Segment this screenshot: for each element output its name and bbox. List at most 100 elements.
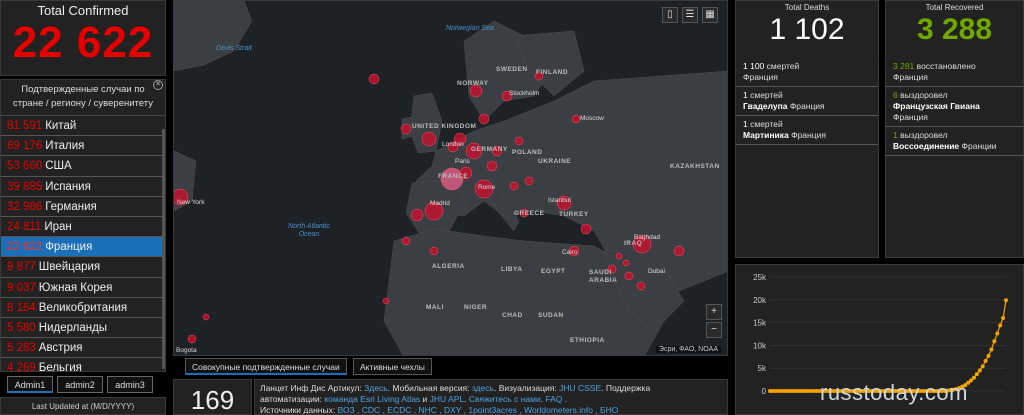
map-label-uk: UNITED KINGDOM: [412, 123, 477, 130]
recovered-item-unit: выздоровел: [900, 130, 948, 140]
recovered-item[interactable]: 1 выздоровел Воссоединение Франции: [886, 127, 1023, 156]
watermark: russtoday.com: [820, 380, 968, 405]
info-link[interactable]: FAQ: [545, 394, 562, 404]
close-icon[interactable]: ✕: [153, 80, 163, 90]
chart-point[interactable]: [974, 372, 979, 377]
case-circle-kuwait: [615, 252, 623, 260]
zoom-out-button[interactable]: −: [706, 322, 722, 338]
country-list-panel: ✕ Подтвержденные случаи по стране / реги…: [0, 79, 166, 372]
country-row[interactable]: 53 660 США: [1, 156, 165, 177]
chart-point[interactable]: [977, 368, 982, 373]
country-row[interactable]: 8 164 Великобритания: [1, 298, 165, 318]
deaths-item[interactable]: 1 смертей Мартиника Франция: [736, 116, 878, 145]
chart-ytick-label: 20k: [753, 296, 767, 305]
map-label-sudan: SUDAN: [538, 312, 564, 319]
chart-ytick-label: 15k: [753, 319, 767, 328]
chart-point[interactable]: [980, 364, 985, 369]
map-view[interactable]: Davis Strait Norwegian Sea North Atlanti…: [173, 0, 728, 356]
deaths-item-region: Франция: [789, 101, 825, 111]
zoom-in-button[interactable]: +: [706, 304, 722, 320]
deaths-item[interactable]: 1 смертей Гваделупа Франция: [736, 87, 878, 116]
chart-point[interactable]: [1004, 298, 1008, 303]
city-label-bogota: Bogota: [176, 347, 197, 354]
country-row[interactable]: 32 986 Германия: [1, 197, 165, 217]
chart-ytick-label: 5k: [758, 364, 767, 373]
country-row-count: 8 164: [7, 301, 36, 314]
chart-point[interactable]: [971, 375, 976, 380]
deaths-item[interactable]: 1 100 смертей Франция: [736, 58, 878, 87]
map-attribution: Эсри, ФАО, NOAA: [655, 346, 721, 353]
info-link[interactable]: команда Esri Living Atlas: [324, 394, 420, 404]
city-label-dubai: Dubai: [648, 268, 665, 275]
country-row-name: Иран: [44, 220, 72, 233]
chart-point[interactable]: [969, 378, 974, 383]
country-row-count: 22 622: [7, 241, 43, 254]
list-icon[interactable]: ☰: [682, 7, 698, 23]
chart-point[interactable]: [989, 347, 994, 352]
recovered-item[interactable]: 3 281 восстановлено Франция: [886, 58, 1023, 87]
chart-point[interactable]: [986, 353, 991, 358]
case-circle-venezuela: [187, 334, 197, 344]
country-row[interactable]: 39 885 Испания: [1, 177, 165, 197]
chart-point[interactable]: [983, 358, 988, 363]
case-circle-bahrain: [622, 259, 630, 267]
country-row[interactable]: 9 037 Южная Корея: [1, 278, 165, 298]
country-row[interactable]: 81 591 Китай: [1, 116, 165, 137]
country-row-count: 69 176: [7, 140, 43, 153]
info-link[interactable]: JHU CSSE: [559, 383, 601, 393]
info-link[interactable]: ВОЗ , CDC , ECDC , NHC , DXY , 1point3ac…: [338, 405, 619, 414]
country-row[interactable]: 5 283 Австрия: [1, 338, 165, 359]
case-circle-israel: [580, 223, 592, 235]
city-label-paris: Paris: [455, 158, 470, 165]
country-row[interactable]: 24 811 Иран: [1, 217, 165, 238]
info-link[interactable]: JHU APL: [430, 394, 465, 404]
city-label-new-york: New York: [177, 199, 205, 206]
case-circle-uk: [421, 131, 437, 147]
recovered-item[interactable]: 6 выздоровел Французская Гвиана Франция: [886, 87, 1023, 127]
country-row[interactable]: 69 176 Италия: [1, 136, 165, 157]
tab-admin1[interactable]: Admin1: [7, 376, 53, 393]
chart-point[interactable]: [998, 323, 1003, 328]
ocean-label-north-atlantic: North Atlantic Ocean: [288, 223, 330, 238]
info-line: Ланцет Инф Дис Артикул: Здесь. Мобильная…: [260, 383, 722, 394]
country-row[interactable]: 4 269 Бельгия: [1, 358, 165, 371]
ocean-label-davis-strait: Davis Strait: [216, 45, 252, 52]
country-row-count: 53 660: [7, 160, 43, 173]
country-row-count: 39 885: [7, 180, 43, 193]
info-text: и: [420, 394, 430, 404]
tab-admin3[interactable]: admin3: [107, 376, 153, 393]
tab-active-cases[interactable]: Активные чехлы: [353, 358, 432, 375]
info-link[interactable]: Свяжитесь с нами: [469, 394, 541, 404]
case-circle-serbia: [509, 181, 519, 191]
case-circle-morocco: [401, 236, 411, 246]
case-circle-austria: [486, 160, 498, 172]
map-label-kazakhstan: KAZAKHSTAN: [670, 163, 720, 170]
chart-ytick-label: 10k: [753, 341, 767, 350]
chart-point[interactable]: [995, 331, 1000, 336]
chart-point[interactable]: [1001, 316, 1006, 321]
info-text: . Визуализация:: [493, 383, 560, 393]
total-recovered-value: 3 288: [916, 13, 993, 46]
chart-point[interactable]: [992, 339, 997, 344]
country-row-count: 81 591: [7, 120, 43, 132]
country-row[interactable]: 22 622 Франция: [1, 237, 165, 258]
country-row-name: Великобритания: [38, 301, 128, 314]
country-row-count: 9 877: [7, 261, 36, 274]
bookmark-icon[interactable]: ▯: [662, 7, 678, 23]
country-row[interactable]: 5 580 Нидерланды: [1, 318, 165, 339]
country-row[interactable]: 9 877 Швейцария: [1, 257, 165, 278]
info-line: автоматизации: команда Esri Living Atlas…: [260, 394, 722, 405]
country-row-name: Германия: [45, 200, 97, 213]
recovered-item-count: 3 281: [893, 61, 915, 71]
info-link[interactable]: здесь: [472, 383, 494, 393]
recovered-item-count: 1: [893, 130, 898, 140]
grid-icon[interactable]: ▦: [702, 7, 718, 23]
tab-cumulative-confirmed[interactable]: Совокупные подтвержденные случаи: [185, 358, 347, 375]
map-label-turkey: TURKEY: [559, 211, 589, 218]
info-link[interactable]: Здесь: [364, 383, 388, 393]
case-circle-caribbean: [202, 313, 210, 321]
country-list-scrollbar[interactable]: [162, 129, 165, 369]
tab-admin2[interactable]: admin2: [57, 376, 103, 393]
city-label-rome: Rome: [478, 184, 496, 191]
ocean-label-norwegian-sea: Norwegian Sea: [446, 25, 494, 32]
